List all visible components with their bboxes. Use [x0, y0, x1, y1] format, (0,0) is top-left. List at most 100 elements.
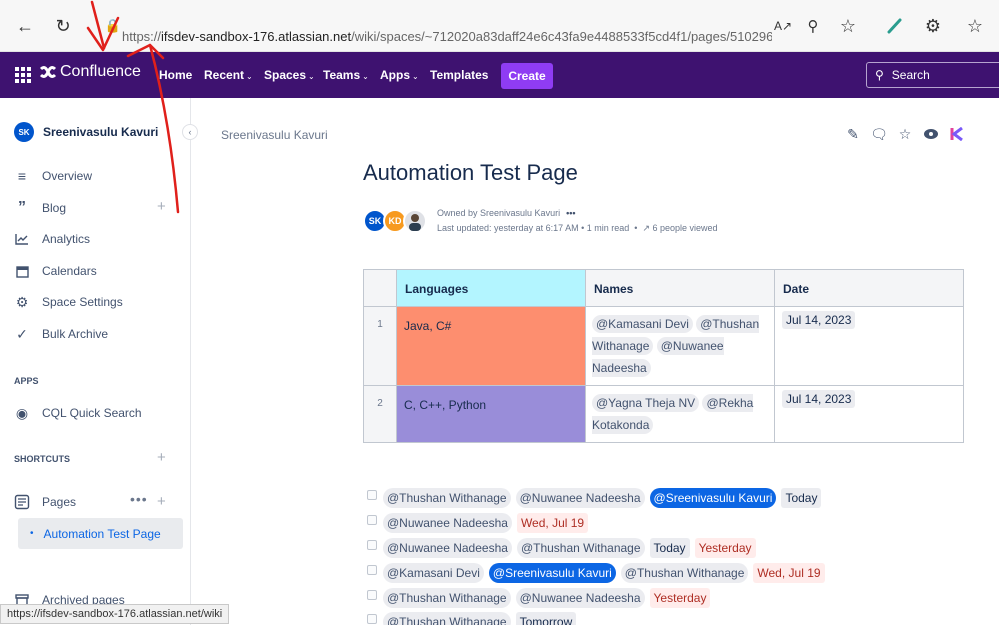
sidebar-item-blog[interactable]: ” Blog	[14, 199, 66, 216]
user-mention[interactable]: @Thushan Withanage	[383, 587, 511, 608]
user-mention[interactable]: @Thushan Withanage	[620, 562, 749, 583]
date-chip[interactable]: Wed, Jul 19	[753, 562, 825, 583]
table-row: 2 C, C++, Python @Yagna Theja NV @Rekha …	[363, 385, 964, 443]
nav-home[interactable]: Home	[159, 68, 192, 82]
task-checkbox[interactable]	[367, 589, 377, 600]
date-chip[interactable]: Today	[649, 537, 690, 558]
nav-recent[interactable]: Recent ⌄	[204, 68, 253, 82]
page-byline: SK KD Owned by Sreenivasulu Kavuri ••• La…	[363, 206, 718, 236]
favorite-star-icon[interactable]: ☆	[835, 13, 861, 39]
cql-search-icon: ◉	[15, 404, 29, 421]
analytics-icon	[14, 231, 30, 247]
create-button[interactable]: Create	[501, 63, 553, 89]
task-checkbox[interactable]	[367, 614, 377, 625]
chevron-down-icon: ⌄	[246, 72, 253, 81]
avatar-photo[interactable]	[403, 209, 427, 233]
more-dots-icon[interactable]: •••	[130, 491, 148, 507]
extension-pen-icon[interactable]	[882, 13, 908, 39]
date-chip[interactable]: Today	[781, 488, 822, 509]
user-mention[interactable]: @Thushan Withanage	[383, 488, 511, 509]
url-path: /wiki/spaces/~712020a83daff24e6c43fa9e44…	[351, 28, 772, 44]
user-mention[interactable]: @Nuwanee Nadeesha	[515, 587, 645, 608]
user-mention[interactable]: @Nuwanee Nadeesha	[383, 537, 512, 558]
user-mention[interactable]: @Kamasani Devi	[383, 562, 484, 583]
user-mention[interactable]: @Thushan Withanage	[516, 537, 645, 558]
user-mention[interactable]: @Sreenivasulu Kavuri	[488, 562, 616, 583]
chart-icon: ↗	[642, 223, 650, 233]
browser-toolbar: ← ↻ 🔒 https://ifsdev-sandbox-176.atlassi…	[0, 0, 999, 52]
names-cell: @Yagna Theja NV @Rekha Kotakonda	[585, 385, 775, 443]
address-bar[interactable]: https://ifsdev-sandbox-176.atlassian.net…	[122, 22, 772, 50]
task-checkbox[interactable]	[367, 515, 377, 526]
more-dots-icon[interactable]: •••	[566, 208, 575, 218]
user-mention[interactable]: @Nuwanee Nadeesha	[515, 488, 645, 509]
space-avatar: SK	[14, 122, 34, 142]
user-mention[interactable]: @Yagna Theja NV	[592, 394, 700, 412]
overview-icon: ≡	[17, 168, 27, 184]
sidebar-item-pages[interactable]: Pages	[14, 494, 76, 510]
row-number: 2	[363, 385, 397, 443]
url-scheme: https://	[122, 28, 162, 44]
status-bar-url: https://ifsdev-sandbox-176.atlassian.net…	[0, 604, 230, 624]
gear-icon: ⚙	[15, 293, 29, 310]
collapse-sidebar-button[interactable]: ‹	[182, 124, 198, 140]
comment-icon[interactable]: 🗨	[870, 125, 888, 143]
date-chip[interactable]: Jul 14, 2023	[782, 390, 856, 408]
sidebar-item-bulk-archive[interactable]: ✓ Bulk Archive	[14, 326, 108, 342]
user-mention[interactable]: @Kamasani Devi	[592, 315, 693, 333]
app-k-icon[interactable]	[948, 125, 966, 143]
page-title: Automation Test Page	[363, 160, 578, 185]
add-shortcut-plus-icon[interactable]: +	[157, 449, 166, 466]
table-header-date: Date	[774, 269, 964, 307]
page-tree-item-current[interactable]: • Automation Test Page	[18, 518, 183, 549]
back-arrow-icon[interactable]: ←	[12, 13, 38, 39]
read-aloud-icon[interactable]: A↗	[770, 13, 796, 39]
date-chip[interactable]: Jul 14, 2023	[782, 311, 856, 329]
reload-icon[interactable]: ↻	[50, 13, 76, 39]
task-checkbox[interactable]	[367, 539, 377, 550]
date-chip[interactable]: Tomorrow	[515, 612, 577, 625]
extensions-puzzle-icon[interactable]: ⚙	[920, 13, 946, 39]
date-chip[interactable]: Yesterday	[694, 537, 756, 558]
task-checkbox[interactable]	[367, 564, 377, 575]
sidebar-item-cql-search[interactable]: ◉ CQL Quick Search	[14, 405, 142, 421]
user-mention[interactable]: @Thushan Withanage	[383, 612, 511, 625]
confluence-logo-icon	[40, 66, 56, 78]
view-count[interactable]: 6 people viewed	[653, 223, 718, 233]
confluence-topnav: Confluence Home Recent ⌄ Spaces ⌄ Teams ⌄ A…	[0, 52, 999, 98]
owned-by[interactable]: Owned by Sreenivasulu Kavuri	[437, 208, 560, 218]
confluence-logo[interactable]: Confluence	[40, 63, 141, 81]
user-mention[interactable]: @Sreenivasulu Kavuri	[649, 488, 777, 509]
nav-spaces[interactable]: Spaces ⌄	[264, 68, 315, 82]
sidebar-item-calendars[interactable]: Calendars	[14, 263, 97, 279]
zoom-icon[interactable]: ⚲	[800, 13, 826, 39]
add-blog-plus-icon[interactable]: +	[157, 198, 166, 215]
search-input[interactable]: ⚲ Search	[866, 62, 999, 88]
shortcuts-heading: SHORTCUTS	[14, 454, 70, 464]
sidebar-item-label: Space Settings	[42, 295, 123, 309]
task-item: @Thushan Withanage @Nuwanee Nadeesha Yeste…	[367, 585, 830, 610]
nav-templates[interactable]: Templates	[430, 68, 488, 82]
page-actions: ✎ 🗨 ☆	[844, 125, 966, 143]
watch-eye-icon[interactable]	[922, 125, 940, 143]
names-cell: @Kamasani Devi @Thushan Withanage @Nuwan…	[585, 306, 775, 386]
date-chip[interactable]: Wed, Jul 19	[516, 513, 589, 534]
user-mention[interactable]: @Nuwanee Nadeesha	[383, 513, 512, 534]
star-icon[interactable]: ☆	[896, 125, 914, 143]
edit-pencil-icon[interactable]: ✎	[844, 125, 862, 143]
space-header[interactable]: SK Sreenivasulu Kavuri	[14, 122, 158, 142]
nav-teams[interactable]: Teams ⌄	[323, 68, 369, 82]
favorites-list-icon[interactable]: ☆	[962, 13, 988, 39]
row-number: 1	[363, 306, 397, 386]
app-switcher-icon[interactable]	[15, 67, 31, 83]
sidebar-item-overview[interactable]: ≡ Overview	[14, 168, 92, 184]
breadcrumb[interactable]: Sreenivasulu Kavuri	[221, 128, 328, 142]
add-page-plus-icon[interactable]: +	[157, 493, 166, 510]
nav-apps[interactable]: Apps ⌄	[380, 68, 419, 82]
sidebar-item-analytics[interactable]: Analytics	[14, 231, 90, 247]
sidebar-item-space-settings[interactable]: ⚙ Space Settings	[14, 294, 123, 310]
last-updated[interactable]: Last updated: yesterday at 6:17 AM	[437, 223, 579, 233]
task-checkbox[interactable]	[367, 490, 377, 501]
bullet-icon: •	[30, 528, 34, 539]
date-chip[interactable]: Yesterday	[649, 587, 711, 608]
